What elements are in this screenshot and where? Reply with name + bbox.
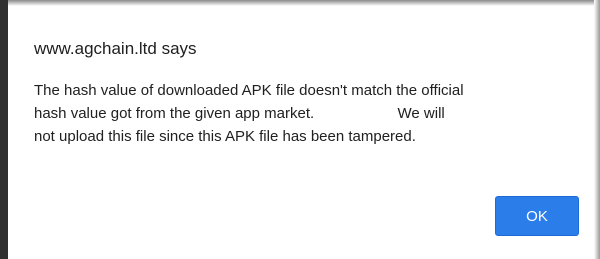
message-line: not upload this file since this APK file… xyxy=(34,128,416,145)
left-window-edge xyxy=(0,0,8,259)
ok-button[interactable]: OK xyxy=(495,196,579,236)
dialog-title: www.agchain.ltd says xyxy=(34,39,197,58)
alert-dialog: www.agchain.ltd says The hash value of d… xyxy=(8,6,594,259)
right-window-edge xyxy=(594,0,600,259)
message-line: The hash value of downloaded APK file do… xyxy=(34,82,464,99)
dialog-message: The hash value of downloaded APK file do… xyxy=(34,79,574,148)
browser-viewport: www.agchain.ltd says The hash value of d… xyxy=(0,0,600,259)
message-line: hash value got from the given app market… xyxy=(34,105,445,122)
